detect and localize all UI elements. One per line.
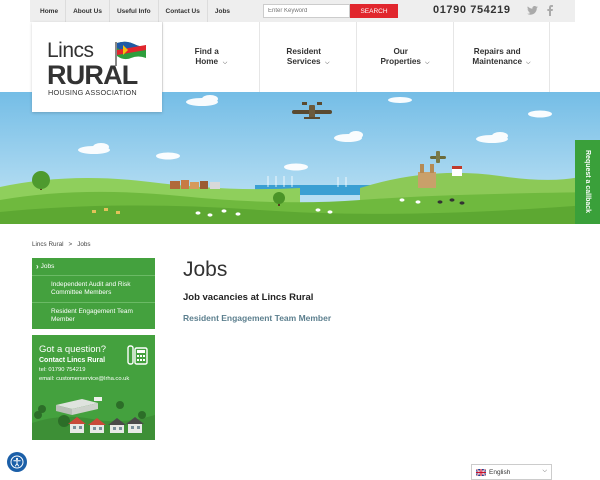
chevron-down-icon: ⌵ — [542, 468, 547, 474]
job-listing-link[interactable]: Resident Engagement Team Member — [183, 313, 331, 323]
sidebar-item-audit-risk[interactable]: Independent Audit and Risk Committee Mem… — [32, 276, 155, 303]
main-nav: Find a Home ⌵ Resident Services ⌵ Our Pr… — [162, 22, 550, 92]
page-title: Jobs — [183, 258, 228, 281]
top-bar: Home About Us Useful Info Contact Us Job… — [30, 0, 575, 22]
sidebar-item-jobs[interactable]: › Jobs — [32, 258, 155, 276]
site-header: Lincs RURAL HOUSING ASSOCIATION Find a H… — [30, 22, 575, 112]
village-illustration — [32, 397, 155, 440]
contact-box-tel: tel: 01790 754219 — [39, 367, 86, 373]
nav-our-properties[interactable]: Our Properties ⌵ — [356, 22, 453, 92]
sidebar-menu: › Jobs Independent Audit and Risk Commit… — [32, 258, 155, 329]
request-callback-label: Request a callback — [584, 150, 591, 214]
nav-useful-info-link[interactable]: Useful Info — [110, 0, 159, 22]
chevron-down-icon: ⌵ — [325, 59, 330, 66]
chevron-down-icon: ⌵ — [424, 59, 430, 66]
accessibility-icon — [10, 455, 24, 469]
sidebar-item-jobs-label: Jobs — [40, 263, 55, 270]
breadcrumb-current: Jobs — [77, 241, 91, 248]
logo-text-housing: HOUSING ASSOCIATION — [48, 88, 137, 97]
nav-contact-link[interactable]: Contact Us — [159, 0, 208, 22]
page: Home About Us Useful Info Contact Us Job… — [0, 0, 600, 480]
search-button[interactable]: SEARCH — [350, 4, 398, 18]
contact-box-email[interactable]: email: customerservice@lrha.co.uk — [39, 376, 129, 382]
nav-our-properties-label: Our Properties — [380, 47, 421, 66]
nav-home-link[interactable]: Home — [30, 0, 67, 22]
request-callback-tab[interactable]: Request a callback — [575, 140, 600, 224]
nav-repairs-maintenance[interactable]: Repairs and Maintenance ⌵ — [453, 22, 550, 92]
sidebar-item-resident-engagement[interactable]: Resident Engagement Team Member — [32, 303, 155, 329]
nav-find-a-home[interactable]: Find a Home ⌵ — [162, 22, 259, 92]
page-subtitle: Job vacancies at Lincs Rural — [183, 292, 314, 303]
twitter-icon[interactable] — [527, 5, 538, 16]
breadcrumb-separator: > — [68, 241, 73, 248]
contact-box: Got a question? Contact Lincs Rural tel:… — [32, 335, 155, 440]
nav-jobs-link[interactable]: Jobs — [208, 0, 237, 22]
chevron-right-icon: › — [36, 262, 39, 271]
logo[interactable]: Lincs RURAL HOUSING ASSOCIATION — [32, 22, 162, 112]
language-select[interactable]: English ⌵ — [471, 464, 552, 480]
contact-box-title: Got a question? — [39, 344, 107, 355]
phone-number: 01790 754219 — [433, 4, 511, 16]
search-form: SEARCH — [263, 4, 398, 18]
nav-resident-services-label: Resident Services — [286, 47, 321, 66]
nav-repairs-maintenance-label: Repairs and Maintenance — [472, 47, 523, 66]
social-links — [527, 5, 555, 16]
chevron-down-icon: ⌵ — [222, 59, 228, 66]
telephone-icon — [127, 345, 148, 365]
uk-flag-icon — [476, 468, 486, 476]
flag-icon — [115, 41, 146, 66]
nav-about-link[interactable]: About Us — [66, 0, 110, 22]
chevron-down-icon: ⌵ — [526, 59, 531, 66]
breadcrumb: Lincs Rural > Jobs — [32, 241, 91, 248]
nav-find-a-home-label: Find a Home — [194, 47, 219, 66]
facebook-icon[interactable] — [544, 5, 555, 16]
language-select-value: English — [489, 468, 511, 476]
breadcrumb-home-link[interactable]: Lincs Rural — [32, 241, 64, 248]
accessibility-button[interactable] — [7, 452, 27, 472]
utility-nav: Home About Us Useful Info Contact Us Job… — [30, 0, 237, 22]
nav-resident-services[interactable]: Resident Services ⌵ — [259, 22, 356, 92]
contact-box-heading: Contact Lincs Rural — [39, 357, 106, 364]
search-input[interactable] — [263, 4, 350, 18]
